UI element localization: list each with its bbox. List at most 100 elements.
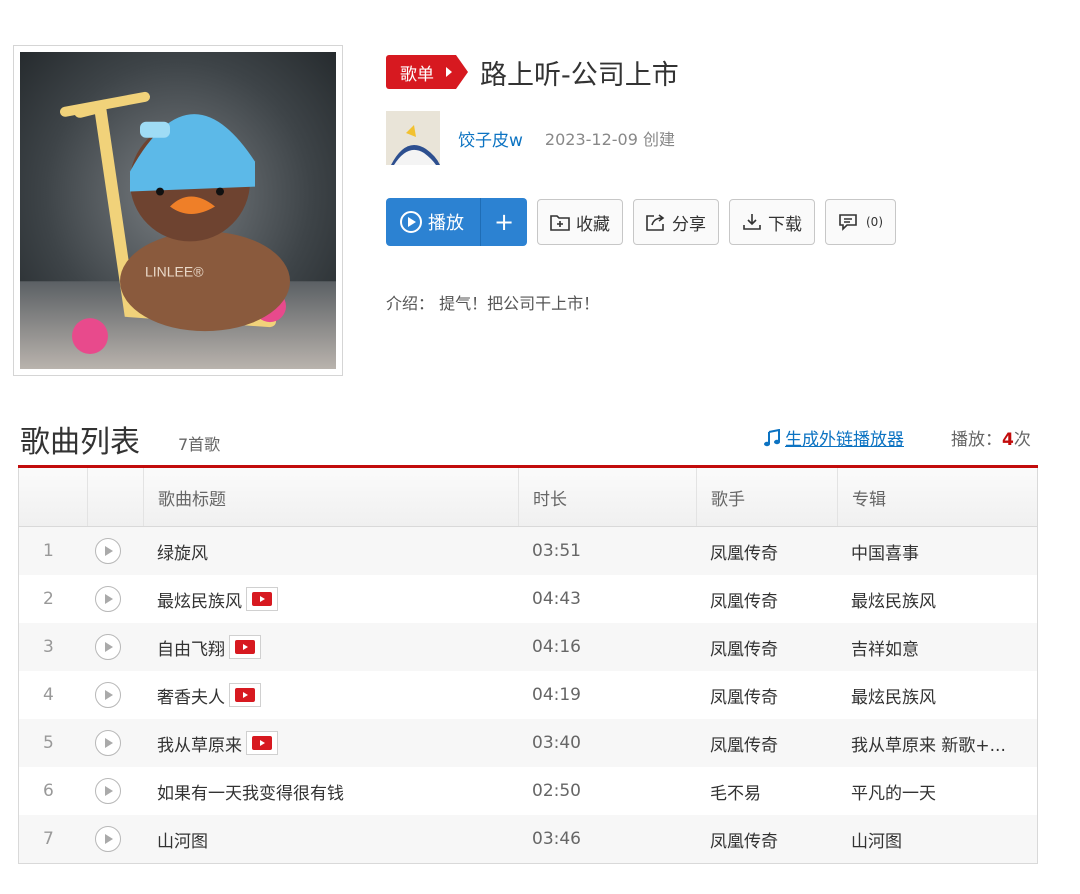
music-note-icon bbox=[764, 428, 780, 446]
cover-image: LINLEE® bbox=[20, 52, 336, 369]
table-row[interactable]: 7 山河图 03:46 凤凰传奇 山河图 bbox=[19, 815, 1037, 863]
play-count-unit: 次 bbox=[1013, 430, 1031, 450]
song-index: 4 bbox=[43, 685, 54, 705]
song-title-link[interactable]: 山河图 bbox=[157, 827, 208, 852]
playlist-intro: 介绍： 提气！把公司干上市！ bbox=[386, 294, 600, 313]
playlist-tag: 歌单 bbox=[386, 55, 468, 89]
song-album-link[interactable]: 最炫民族风 bbox=[837, 587, 1037, 612]
play-song-icon[interactable] bbox=[95, 826, 121, 852]
song-artist-link[interactable]: 毛不易 bbox=[696, 779, 837, 804]
add-to-queue-button[interactable]: + bbox=[481, 198, 527, 246]
song-title-link[interactable]: 自由飞翔 bbox=[157, 635, 225, 660]
song-title-link[interactable]: 绿旋风 bbox=[157, 539, 208, 564]
collect-button[interactable]: 收藏 bbox=[537, 199, 623, 245]
playlist-tag-label: 歌单 bbox=[400, 64, 434, 85]
song-duration: 03:51 bbox=[532, 541, 581, 561]
song-artist-link[interactable]: 凤凰传奇 bbox=[696, 587, 837, 612]
play-cell bbox=[87, 826, 143, 852]
song-artist-link[interactable]: 凤凰传奇 bbox=[696, 539, 837, 564]
song-title-cell: 绿旋风 bbox=[143, 539, 518, 564]
play-cell bbox=[87, 778, 143, 804]
play-song-icon[interactable] bbox=[95, 778, 121, 804]
song-artist-link[interactable]: 凤凰传奇 bbox=[696, 827, 837, 852]
creator-avatar[interactable] bbox=[386, 111, 440, 165]
song-index: 6 bbox=[43, 781, 54, 801]
col-artist: 歌手 bbox=[696, 468, 837, 526]
play-cell bbox=[87, 586, 143, 612]
play-cell bbox=[87, 730, 143, 756]
song-duration: 04:43 bbox=[532, 589, 581, 609]
song-artist-link[interactable]: 凤凰传奇 bbox=[696, 731, 837, 756]
mv-icon[interactable] bbox=[246, 731, 278, 755]
col-album: 专辑 bbox=[837, 468, 1037, 526]
mv-icon[interactable] bbox=[229, 683, 261, 707]
song-album-link[interactable]: 最炫民族风 bbox=[837, 683, 1037, 708]
song-album-link[interactable]: 我从草原来 新歌+... bbox=[837, 731, 1037, 756]
song-index: 1 bbox=[43, 541, 54, 561]
song-count: 7首歌 bbox=[178, 435, 221, 454]
table-row[interactable]: 4 奢香夫人 04:19 凤凰传奇 最炫民族风 bbox=[19, 671, 1037, 719]
table-row[interactable]: 3 自由飞翔 04:16 凤凰传奇 吉祥如意 bbox=[19, 623, 1037, 671]
song-title-link[interactable]: 如果有一天我变得很有钱 bbox=[157, 779, 344, 804]
song-album-link[interactable]: 吉祥如意 bbox=[837, 635, 1037, 660]
song-title-cell: 奢香夫人 bbox=[143, 683, 518, 708]
download-button[interactable]: 下载 bbox=[729, 199, 815, 245]
song-title-link[interactable]: 我从草原来 bbox=[157, 731, 242, 756]
play-cell bbox=[87, 682, 143, 708]
comment-count: (0) bbox=[866, 215, 883, 229]
play-button-label: 播放 bbox=[428, 213, 464, 234]
song-title-link[interactable]: 奢香夫人 bbox=[157, 683, 225, 708]
song-album-link[interactable]: 山河图 bbox=[837, 827, 1037, 852]
folder-plus-icon bbox=[550, 215, 570, 231]
song-album-link[interactable]: 中国喜事 bbox=[837, 539, 1037, 564]
share-button[interactable]: 分享 bbox=[633, 199, 719, 245]
play-song-icon[interactable] bbox=[95, 586, 121, 612]
play-song-icon[interactable] bbox=[95, 634, 121, 660]
download-label: 下载 bbox=[768, 214, 802, 235]
play-circle-icon bbox=[400, 211, 422, 233]
song-title-cell: 如果有一天我变得很有钱 bbox=[143, 779, 518, 804]
share-icon bbox=[646, 214, 665, 231]
song-duration: 02:50 bbox=[532, 781, 581, 801]
mv-icon[interactable] bbox=[246, 587, 278, 611]
song-title-link[interactable]: 最炫民族风 bbox=[157, 587, 242, 612]
table-row[interactable]: 1 绿旋风 03:51 凤凰传奇 中国喜事 bbox=[19, 527, 1037, 575]
table-row[interactable]: 2 最炫民族风 04:43 凤凰传奇 最炫民族风 bbox=[19, 575, 1037, 623]
play-song-icon[interactable] bbox=[95, 538, 121, 564]
col-duration: 时长 bbox=[518, 468, 696, 526]
play-button[interactable]: 播放 bbox=[386, 198, 481, 246]
table-row[interactable]: 5 我从草原来 03:40 凤凰传奇 我从草原来 新歌+... bbox=[19, 719, 1037, 767]
song-album-link[interactable]: 平凡的一天 bbox=[837, 779, 1037, 804]
table-body: 1 绿旋风 03:51 凤凰传奇 中国喜事 2 最炫民族风 04:43 凤凰传奇 最炫民族风 3 自由… bbox=[19, 527, 1037, 863]
song-artist-link[interactable]: 凤凰传奇 bbox=[696, 683, 837, 708]
play-song-icon[interactable] bbox=[95, 730, 121, 756]
comment-icon bbox=[839, 214, 857, 231]
song-title-cell: 我从草原来 bbox=[143, 731, 518, 756]
play-count-value: 4 bbox=[1002, 430, 1014, 450]
play-count-label: 播放： bbox=[951, 430, 1002, 450]
col-index bbox=[19, 468, 87, 526]
mv-icon[interactable] bbox=[229, 635, 261, 659]
col-play bbox=[87, 468, 143, 526]
song-title-cell: 自由飞翔 bbox=[143, 635, 518, 660]
col-title: 歌曲标题 bbox=[143, 468, 518, 526]
song-duration: 04:19 bbox=[532, 685, 581, 705]
play-song-icon[interactable] bbox=[95, 682, 121, 708]
playlist-header: 歌单 路上听-公司上市 bbox=[386, 52, 679, 92]
collect-label: 收藏 bbox=[576, 214, 610, 235]
table-row[interactable]: 6 如果有一天我变得很有钱 02:50 毛不易 平凡的一天 bbox=[19, 767, 1037, 815]
song-index: 7 bbox=[43, 829, 54, 849]
song-artist-link[interactable]: 凤凰传奇 bbox=[696, 635, 837, 660]
external-player-link[interactable]: 生成外链播放器 bbox=[763, 425, 904, 450]
comment-button[interactable]: (0) bbox=[825, 199, 896, 245]
create-date: 2023-12-09 创建 bbox=[544, 130, 675, 149]
song-duration: 04:16 bbox=[532, 637, 581, 657]
tag-arrow-icon bbox=[446, 67, 452, 77]
svg-text:LINLEE®: LINLEE® bbox=[145, 263, 204, 279]
download-icon bbox=[743, 214, 761, 230]
song-index: 5 bbox=[43, 733, 54, 753]
song-title-cell: 最炫民族风 bbox=[143, 587, 518, 612]
creator-name-link[interactable]: 饺子皮w bbox=[458, 126, 523, 151]
external-player-label: 生成外链播放器 bbox=[785, 430, 904, 450]
song-list-title: 歌曲列表 bbox=[20, 425, 140, 460]
